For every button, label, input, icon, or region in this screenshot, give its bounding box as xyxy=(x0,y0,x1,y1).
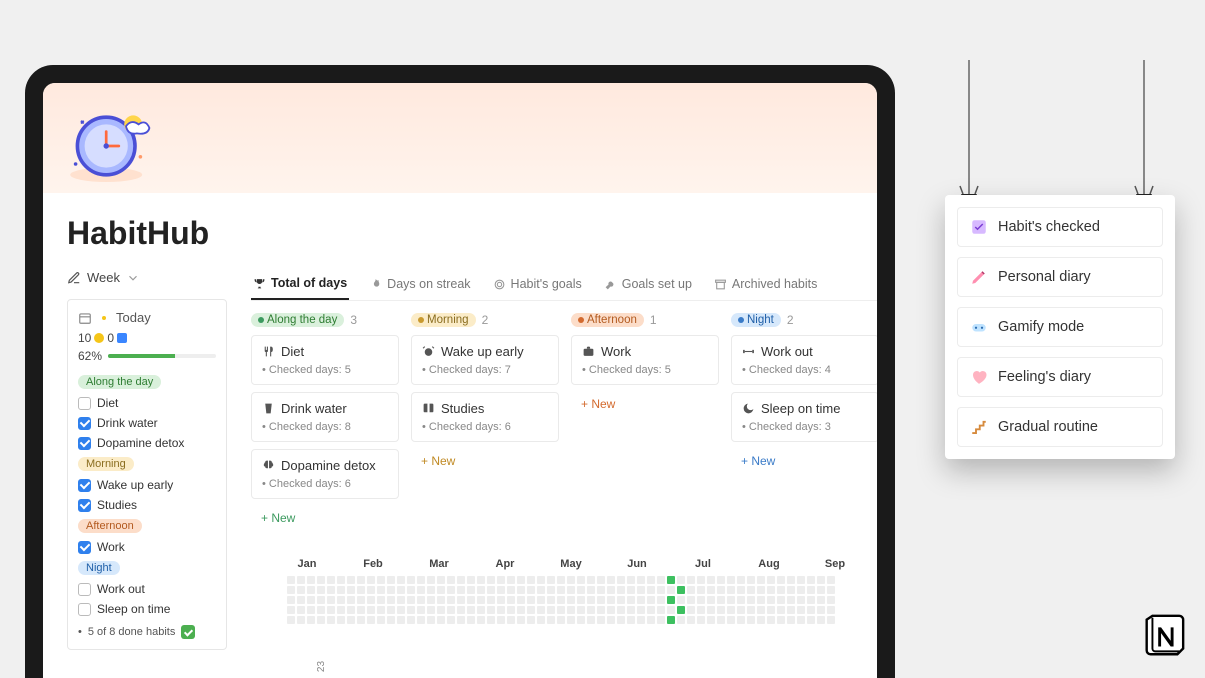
card-work[interactable]: Work • Checked days: 5 xyxy=(571,335,719,385)
flame-icon xyxy=(369,278,382,291)
tag-morning: Morning xyxy=(78,457,134,471)
today-heading: Today xyxy=(78,310,216,325)
edit-icon xyxy=(67,271,81,285)
sidebar-habit-wake-up[interactable]: Wake up early xyxy=(78,475,216,495)
panel-string xyxy=(1143,60,1145,195)
column-afternoon: Afternoon1 Work • Checked days: 5 + New xyxy=(571,313,719,530)
utensils-icon xyxy=(262,345,275,358)
sun-icon xyxy=(98,312,110,324)
pencil-icon xyxy=(970,268,988,286)
alarm-icon xyxy=(422,345,435,358)
archive-icon xyxy=(714,278,727,291)
tab-archived-habits[interactable]: Archived habits xyxy=(712,270,819,300)
clock-illustration-icon xyxy=(63,101,153,191)
checkbox-unchecked[interactable] xyxy=(78,603,91,616)
gem-count: 0 xyxy=(107,331,114,345)
panel-string xyxy=(968,60,970,195)
tag-afternoon: Afternoon xyxy=(78,519,142,533)
tag-along-the-day: Along the day xyxy=(78,375,161,389)
tab-habits-goals[interactable]: Habit's goals xyxy=(491,270,584,300)
glass-icon xyxy=(262,402,275,415)
wrench-icon xyxy=(604,278,617,291)
panel-item-personal-diary[interactable]: Personal diary xyxy=(957,257,1163,297)
brain-icon xyxy=(262,459,275,472)
column-night: Night2 Work out • Checked days: 4 Sleep … xyxy=(731,313,877,530)
stairs-icon xyxy=(970,418,988,436)
gamepad-icon xyxy=(970,318,988,336)
page-banner xyxy=(43,83,877,193)
panel-item-gamify-mode[interactable]: Gamify mode xyxy=(957,307,1163,347)
year-label: 23 xyxy=(316,661,327,672)
new-card-night[interactable]: + New xyxy=(731,449,877,473)
checkbox-checked[interactable] xyxy=(78,417,91,430)
tag-night: Night xyxy=(78,561,120,575)
page-title: HabitHub xyxy=(67,215,853,252)
tab-days-on-streak[interactable]: Days on streak xyxy=(367,270,472,300)
checkbox-checked[interactable] xyxy=(78,437,91,450)
habit-summary: • 5 of 8 done habits xyxy=(78,625,216,639)
heatmap-grid xyxy=(287,576,877,624)
heart-icon xyxy=(970,368,988,386)
week-label: Week xyxy=(87,270,120,285)
tablet-screen: HabitHub Week Today xyxy=(43,83,877,678)
week-selector[interactable]: Week xyxy=(67,270,227,285)
card-wake-up-early[interactable]: Wake up early • Checked days: 7 xyxy=(411,335,559,385)
trophy-icon xyxy=(253,277,266,290)
card-diet[interactable]: Diet • Checked days: 5 xyxy=(251,335,399,385)
sidebar-habit-studies[interactable]: Studies xyxy=(78,495,216,515)
gem-icon xyxy=(117,333,127,343)
sidebar-habit-workout[interactable]: Work out xyxy=(78,579,216,599)
card-studies[interactable]: Studies • Checked days: 6 xyxy=(411,392,559,442)
tablet-frame: HabitHub Week Today xyxy=(25,65,895,678)
panel-item-gradual-routine[interactable]: Gradual routine xyxy=(957,407,1163,447)
today-card: Today 10 0 62% Along the day xyxy=(67,299,227,650)
checkbox-unchecked[interactable] xyxy=(78,583,91,596)
checkbox-unchecked[interactable] xyxy=(78,397,91,410)
calendar-icon xyxy=(78,311,92,325)
target-icon xyxy=(493,278,506,291)
rewards-row: 10 0 xyxy=(78,331,216,345)
tab-total-of-days[interactable]: Total of days xyxy=(251,270,349,300)
book-icon xyxy=(422,402,435,415)
heatmap-area: Jan Feb Mar Apr May Jun Jul Aug Sep xyxy=(251,548,877,624)
new-card-along[interactable]: + New xyxy=(251,506,399,530)
dumbbell-icon xyxy=(742,345,755,358)
feature-panel: Habit's checked Personal diary Gamify mo… xyxy=(945,195,1175,459)
card-drink-water[interactable]: Drink water • Checked days: 8 xyxy=(251,392,399,442)
notion-logo-icon xyxy=(1139,612,1187,660)
progress-row: 62% xyxy=(78,349,216,363)
checklist-icon xyxy=(970,218,988,236)
page-content: HabitHub Week Today xyxy=(43,215,877,650)
new-card-afternoon[interactable]: + New xyxy=(571,392,719,416)
card-sleep-on-time[interactable]: Sleep on time • Checked days: 3 xyxy=(731,392,877,442)
moon-icon xyxy=(742,402,755,415)
progress-percent: 62% xyxy=(78,349,102,363)
view-tabs: Total of days Days on streak Habit's goa… xyxy=(251,270,877,301)
new-card-morning[interactable]: + New xyxy=(411,449,559,473)
sidebar-habit-work[interactable]: Work xyxy=(78,537,216,557)
column-morning: Morning2 Wake up early • Checked days: 7… xyxy=(411,313,559,530)
checkbox-checked[interactable] xyxy=(78,499,91,512)
kanban-board: Along the day3 Diet • Checked days: 5 Dr… xyxy=(251,313,877,530)
sidebar-habit-sleep[interactable]: Sleep on time xyxy=(78,599,216,619)
coin-count: 10 xyxy=(78,331,91,345)
sidebar-habit-dopamine-detox[interactable]: Dopamine detox xyxy=(78,433,216,453)
progress-bar xyxy=(108,354,216,358)
tab-goals-setup[interactable]: Goals set up xyxy=(602,270,694,300)
card-work-out[interactable]: Work out • Checked days: 4 xyxy=(731,335,877,385)
check-badge-icon xyxy=(181,625,195,639)
chevron-down-icon xyxy=(126,271,140,285)
card-dopamine-detox[interactable]: Dopamine detox • Checked days: 6 xyxy=(251,449,399,499)
coin-icon xyxy=(94,333,104,343)
checkbox-checked[interactable] xyxy=(78,479,91,492)
today-label: Today xyxy=(116,310,151,325)
panel-item-feelings-diary[interactable]: Feeling's diary xyxy=(957,357,1163,397)
sidebar-habit-drink-water[interactable]: Drink water xyxy=(78,413,216,433)
month-labels: Jan Feb Mar Apr May Jun Jul Aug Sep xyxy=(287,558,877,570)
checkbox-checked[interactable] xyxy=(78,541,91,554)
column-along-the-day: Along the day3 Diet • Checked days: 5 Dr… xyxy=(251,313,399,530)
briefcase-icon xyxy=(582,345,595,358)
panel-item-habits-checked[interactable]: Habit's checked xyxy=(957,207,1163,247)
sidebar-habit-diet[interactable]: Diet xyxy=(78,393,216,413)
